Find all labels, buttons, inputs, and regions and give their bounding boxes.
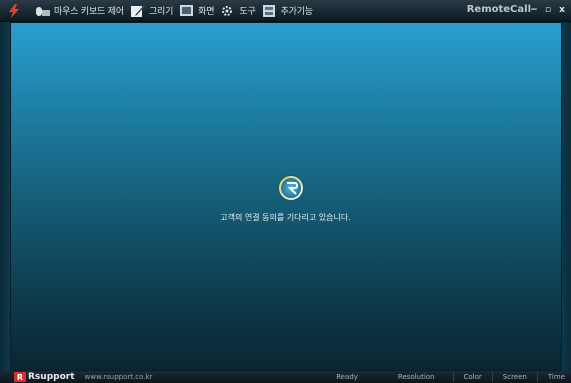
left-frame [0, 22, 10, 371]
waiting-spinner-icon [278, 175, 304, 201]
toolbar: 마우스 키보드 제어 그리기 화면 도구 추가기능 RemoteCall − ▫… [0, 0, 571, 22]
rsupport-logo-icon: R [14, 372, 26, 382]
lightning-icon [9, 3, 19, 18]
status-screen: Screen [491, 372, 537, 382]
screen-button[interactable]: 화면 [179, 1, 215, 21]
lightning-button[interactable] [6, 1, 25, 21]
brand-title: RemoteCall [466, 4, 531, 15]
screen-label: 화면 [198, 7, 215, 17]
draw-label: 그리기 [148, 7, 174, 17]
status-fields: Ready Resolution Color Screen Time [326, 371, 571, 383]
remotecall-window: 마우스 키보드 제어 그리기 화면 도구 추가기능 RemoteCall − ▫… [0, 0, 571, 383]
status-time: Time [536, 372, 571, 382]
status-color: Color [452, 372, 492, 382]
screen-icon [180, 4, 194, 16]
tools-icon [222, 5, 233, 16]
status-bar: R Rsupport www.rsupport.co.kr Ready Reso… [0, 371, 571, 383]
rsupport-logo-text: Rsupport [28, 372, 75, 382]
addon-icon [262, 4, 275, 17]
tools-label: 도구 [239, 7, 256, 17]
status-ready: Ready [336, 373, 358, 381]
draw-button[interactable]: 그리기 [130, 1, 173, 21]
waiting-message: 고객의 연결 동의를 기다리고 있습니다. [220, 213, 351, 222]
addon-label: 추가기능 [280, 7, 314, 17]
window-controls: − ▫ x [529, 3, 567, 17]
tools-button[interactable]: 도구 [220, 1, 256, 21]
status-resolution: Resolution [397, 373, 435, 381]
site-link[interactable]: www.rsupport.co.kr [85, 373, 153, 381]
addon-button[interactable]: 추가기능 [262, 1, 313, 21]
mouse-keyboard-control-button[interactable]: 마우스 키보드 제어 [35, 1, 124, 21]
right-frame [562, 22, 571, 371]
close-button[interactable]: x [557, 3, 567, 17]
pencil-icon [130, 4, 145, 17]
restore-button[interactable]: ▫ [543, 3, 553, 17]
mouse-keyboard-label: 마우스 키보드 제어 [54, 7, 124, 17]
mouse-keyboard-icon [36, 6, 50, 16]
minimize-button[interactable]: − [529, 3, 539, 17]
